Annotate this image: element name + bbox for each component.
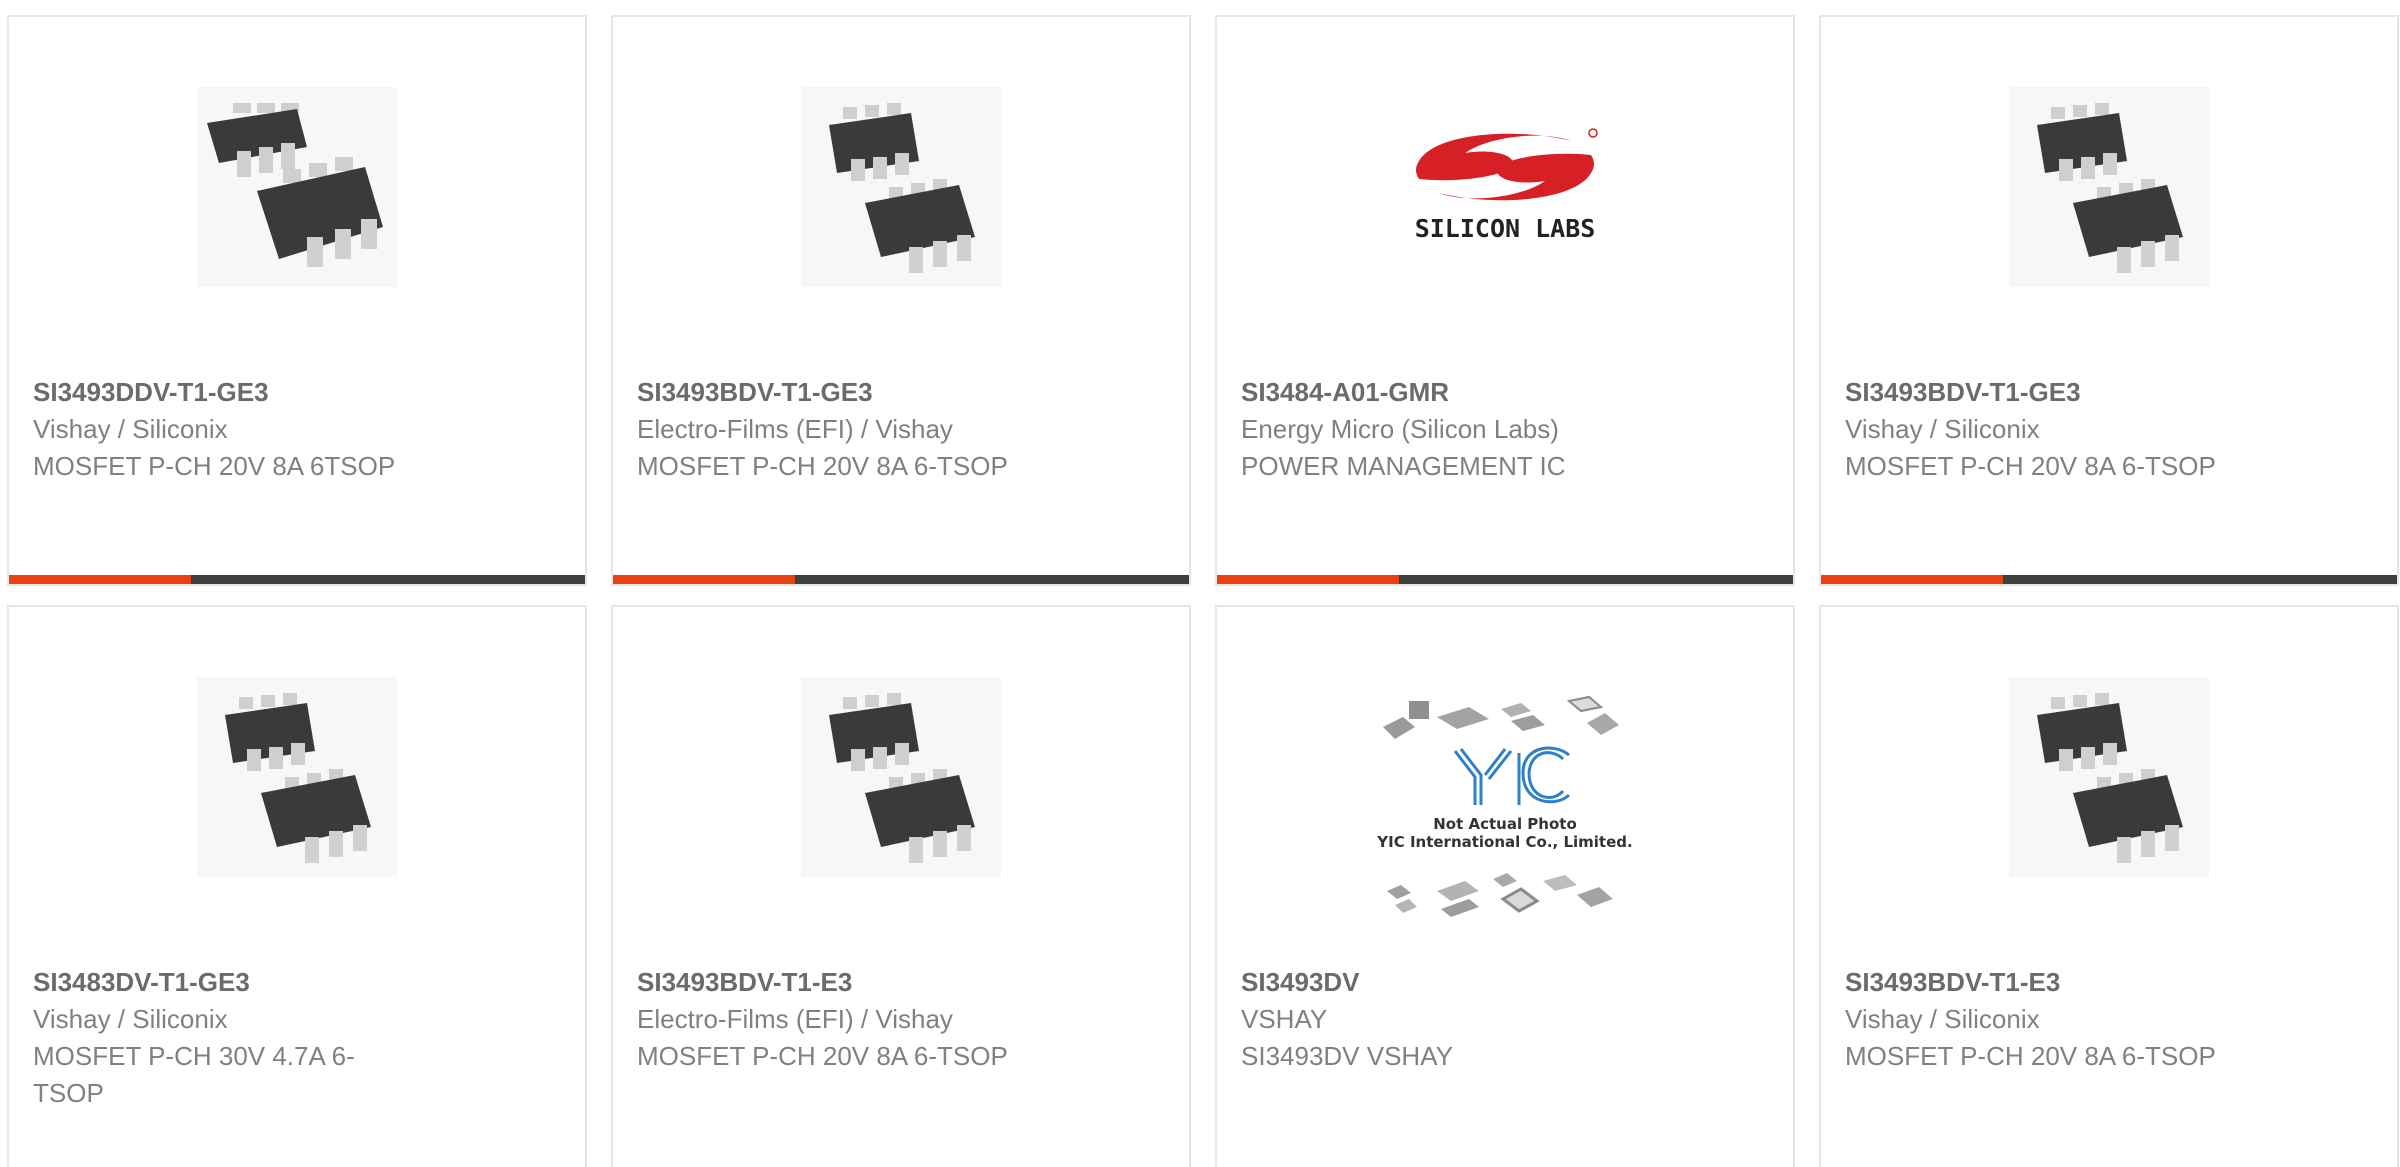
product-card[interactable]: SI3493BDV-T1-E3 Electro-Films (EFI) / Vi…	[611, 605, 1191, 1167]
manufacturer: Energy Micro (Silicon Labs)	[1241, 414, 1559, 444]
description: MOSFET P-CH 20V 8A 6-TSOP	[1845, 1041, 2216, 1071]
manufacturer: Vishay / Siliconix	[1845, 414, 2040, 444]
description: MOSFET P-CH 30V 4.7A 6-TSOP	[33, 1041, 355, 1108]
manufacturer: Vishay / Siliconix	[1845, 1004, 2040, 1034]
description: POWER MANAGEMENT IC	[1241, 451, 1566, 481]
card-footer-bar	[9, 575, 585, 584]
part-number[interactable]: SI3484-A01-GMR	[1241, 373, 1671, 411]
photo-note: YIC International Co., Limited.	[1376, 833, 1632, 851]
silicon-labs-logo: SILICON LABS	[1395, 77, 1615, 297]
part-number[interactable]: SI3483DV-T1-GE3	[33, 963, 393, 1001]
product-card[interactable]: SI3493BDV-T1-GE3 Electro-Films (EFI) / V…	[611, 15, 1191, 586]
card-footer-bar	[613, 575, 1189, 584]
part-number[interactable]: SI3493BDV-T1-GE3	[637, 373, 1067, 411]
product-card[interactable]: SI3493BDV-T1-E3 Vishay / Siliconix MOSFE…	[1819, 605, 2399, 1167]
product-card[interactable]: SI3493DDV-T1-GE3 Vishay / Siliconix MOSF…	[7, 15, 587, 586]
product-card[interactable]: SI3493BDV-T1-GE3 Vishay / Siliconix MOSF…	[1819, 15, 2399, 586]
manufacturer: VSHAY	[1241, 1004, 1328, 1034]
product-card[interactable]: SI3483DV-T1-GE3 Vishay / Siliconix MOSFE…	[7, 605, 587, 1167]
description: MOSFET P-CH 20V 8A 6-TSOP	[637, 451, 1008, 481]
part-number[interactable]: SI3493DDV-T1-GE3	[33, 373, 463, 411]
manufacturer: Vishay / Siliconix	[33, 1004, 228, 1034]
product-card[interactable]: SILICON LABS SI3484-A01-GMR Energy Micro…	[1215, 15, 1795, 586]
tsop6-package-icon	[187, 77, 407, 297]
part-number[interactable]: SI3493BDV-T1-GE3	[1845, 373, 2275, 411]
product-card[interactable]: Not Actual Photo YIC International Co., …	[1215, 605, 1795, 1167]
card-accent-bar	[1821, 575, 2003, 584]
tsop6-package-icon	[1999, 77, 2219, 297]
card-footer-bar	[1217, 575, 1793, 584]
card-accent-bar	[1217, 575, 1399, 584]
yic-placeholder-image: Not Actual Photo YIC International Co., …	[1365, 695, 1645, 935]
manufacturer: Vishay / Siliconix	[33, 414, 228, 444]
description: MOSFET P-CH 20V 8A 6-TSOP	[637, 1041, 1008, 1071]
manufacturer: Electro-Films (EFI) / Vishay	[637, 414, 953, 444]
part-number[interactable]: SI3493BDV-T1-E3	[637, 963, 1067, 1001]
manufacturer: Electro-Films (EFI) / Vishay	[637, 1004, 953, 1034]
description: MOSFET P-CH 20V 8A 6TSOP	[33, 451, 396, 481]
description: MOSFET P-CH 20V 8A 6-TSOP	[1845, 451, 2216, 481]
logo-text: SILICON LABS	[1415, 214, 1596, 243]
part-number[interactable]: SI3493BDV-T1-E3	[1845, 963, 2275, 1001]
tsop6-package-icon	[187, 667, 407, 887]
photo-note: Not Actual Photo	[1433, 815, 1577, 833]
card-footer-bar	[1821, 575, 2397, 584]
description: SI3493DV VSHAY	[1241, 1041, 1453, 1071]
card-accent-bar	[9, 575, 191, 584]
tsop6-package-icon	[791, 667, 1011, 887]
part-number[interactable]: SI3493DV	[1241, 963, 1671, 1001]
card-accent-bar	[613, 575, 795, 584]
tsop6-package-icon	[1999, 667, 2219, 887]
tsop6-package-icon	[791, 77, 1011, 297]
